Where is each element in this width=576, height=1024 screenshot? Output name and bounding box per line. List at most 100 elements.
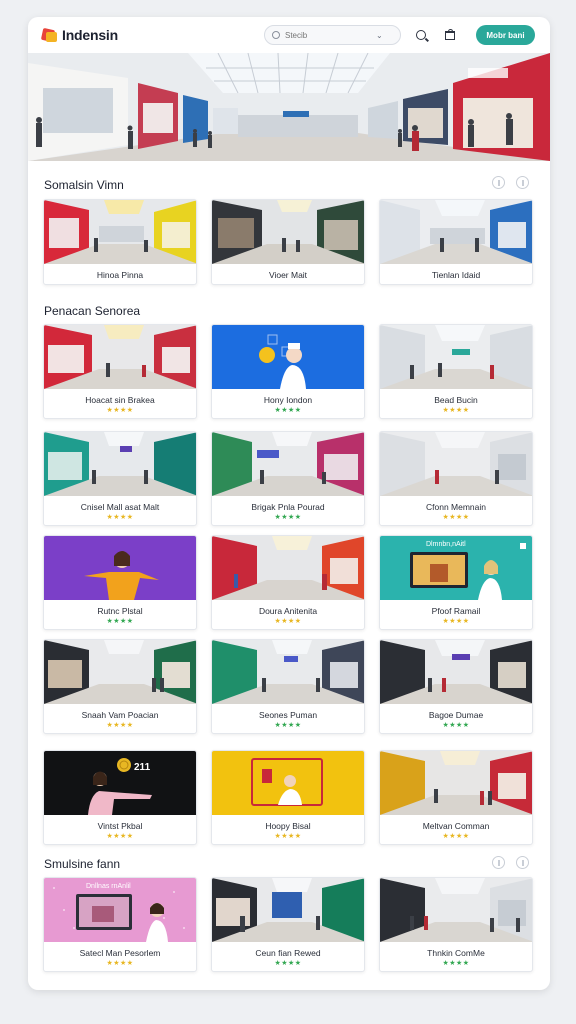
brand-name: Indensin xyxy=(62,27,118,43)
store-name: Satecl Man Pesorlem xyxy=(79,948,161,958)
store-name: Tienlan Idaid xyxy=(431,270,481,280)
store-thumbnail: Dlmnbn,nAitl xyxy=(380,536,532,600)
store-card[interactable]: Thnkin ComMe ★★★★ xyxy=(379,877,533,972)
store-thumbnail: 211 xyxy=(44,751,196,815)
store-card[interactable]: Dlmnbn,nAitl Pfoof Ramail ★★★★ xyxy=(379,535,533,630)
rating-stars: ★★★★ xyxy=(274,514,302,521)
store-name: Seones Puman xyxy=(258,710,318,720)
store-name: Bead Bucin xyxy=(434,395,478,405)
store-name: Hony Iondon xyxy=(263,395,313,405)
store-name: Thnkin ComMe xyxy=(427,948,485,958)
store-thumbnail xyxy=(212,200,364,264)
settings-icon[interactable] xyxy=(516,176,529,189)
store-thumbnail xyxy=(44,200,196,264)
store-card[interactable]: Hony Iondon ★★★★ xyxy=(211,324,365,419)
store-name: Brigak Pnla Pourad xyxy=(251,502,325,512)
rating-stars: ★★★★ xyxy=(274,722,302,729)
rating-stars: ★★★★ xyxy=(106,833,134,840)
store-name: Cnisel Mall asat Malt xyxy=(80,502,160,512)
info-icon[interactable] xyxy=(492,856,505,869)
store-thumbnail xyxy=(380,432,532,496)
store-thumbnail xyxy=(380,640,532,704)
rating-stars: ★★★★ xyxy=(106,618,134,625)
hero-banner xyxy=(28,53,550,161)
card-coin-value: 211 xyxy=(134,762,151,773)
store-thumbnail xyxy=(212,640,364,704)
store-card[interactable]: Ceun fian Rewed ★★★★ xyxy=(211,877,365,972)
shopping-bag-icon xyxy=(445,28,455,40)
rating-stars: ★★★★ xyxy=(274,833,302,840)
store-thumbnail xyxy=(212,325,364,389)
hero-mall-image xyxy=(28,53,550,161)
rating-stars: ★★★★ xyxy=(442,833,470,840)
cta-button[interactable]: Mobr bani xyxy=(476,25,535,45)
card-banner-text: Dnllnas rnAnlil xyxy=(86,883,131,890)
section-title-popular: Penacan Senorea xyxy=(44,304,141,318)
search-icon xyxy=(416,30,426,40)
store-card[interactable]: Vioer Mait xyxy=(211,199,365,285)
store-thumbnail xyxy=(380,200,532,264)
search-box[interactable]: ⌄ xyxy=(264,25,401,45)
rating-stars: ★★★★ xyxy=(442,722,470,729)
store-card[interactable]: 211 Vintst Pkbal ★★★★ xyxy=(43,750,197,845)
store-name: Hinoa Pinna xyxy=(96,270,144,280)
store-thumbnail xyxy=(44,536,196,600)
store-card[interactable]: Hinoa Pinna xyxy=(43,199,197,285)
brand[interactable]: Indensin xyxy=(40,27,118,43)
chevron-down-icon[interactable]: ⌄ xyxy=(376,31,383,40)
store-card[interactable]: Cfonn Memnain ★★★★ xyxy=(379,431,533,526)
store-card[interactable]: Meltvan Comman ★★★★ xyxy=(379,750,533,845)
search-field-icon xyxy=(272,31,280,39)
search-button[interactable] xyxy=(413,27,429,43)
store-card[interactable]: Snaah Vam Poacian ★★★★ xyxy=(43,639,197,734)
section-title-simulated: Smulsine fann xyxy=(44,857,121,871)
search-input[interactable] xyxy=(285,30,371,40)
store-card[interactable]: Seones Puman ★★★★ xyxy=(211,639,365,734)
store-name: Vioer Mait xyxy=(268,270,308,280)
store-thumbnail xyxy=(380,751,532,815)
store-name: Pfoof Ramail xyxy=(431,606,481,616)
rating-stars: ★★★★ xyxy=(106,407,134,414)
app-window: Indensin ⌄ Mobr bani xyxy=(28,17,550,990)
rating-stars: ★★★★ xyxy=(274,407,302,414)
store-name: Vintst Pkbal xyxy=(97,821,143,831)
rating-stars: ★★★★ xyxy=(274,960,302,967)
info-icon[interactable] xyxy=(492,176,505,189)
store-thumbnail xyxy=(44,325,196,389)
store-card[interactable]: Hoacat sin Brakea ★★★★ xyxy=(43,324,197,419)
section-title-featured: Somalsin Vimn xyxy=(44,178,124,192)
rating-stars: ★★★★ xyxy=(274,618,302,625)
store-thumbnail: Dnllnas rnAnlil xyxy=(44,878,196,942)
store-name: Hoacat sin Brakea xyxy=(85,395,155,405)
store-thumbnail xyxy=(380,325,532,389)
rating-stars: ★★★★ xyxy=(106,514,134,521)
store-name: Doura Anitenita xyxy=(258,606,318,616)
store-thumbnail xyxy=(380,878,532,942)
settings-icon[interactable] xyxy=(516,856,529,869)
store-card[interactable]: Hoopy Bisal ★★★★ xyxy=(211,750,365,845)
store-card[interactable]: Cnisel Mall asat Malt ★★★★ xyxy=(43,431,197,526)
store-name: Meltvan Comman xyxy=(422,821,490,831)
store-name: Rutnc Plstal xyxy=(97,606,143,616)
card-banner-text: Dlmnbn,nAitl xyxy=(426,541,466,548)
store-card[interactable]: Rutnc Plstal ★★★★ xyxy=(43,535,197,630)
rating-stars: ★★★★ xyxy=(106,960,134,967)
store-card[interactable]: Doura Anitenita ★★★★ xyxy=(211,535,365,630)
store-thumbnail xyxy=(212,751,364,815)
cart-button[interactable] xyxy=(442,27,458,43)
store-card[interactable]: Tienlan Idaid xyxy=(379,199,533,285)
store-name: Cfonn Memnain xyxy=(425,502,486,512)
store-card[interactable]: Bead Bucin ★★★★ xyxy=(379,324,533,419)
rating-stars: ★★★★ xyxy=(442,407,470,414)
store-thumbnail xyxy=(44,640,196,704)
store-card[interactable]: Dnllnas rnAnlil Satecl Man Pesorlem ★★★★ xyxy=(43,877,197,972)
store-thumbnail xyxy=(212,878,364,942)
rating-stars: ★★★★ xyxy=(106,722,134,729)
store-card[interactable]: Bagoe Dumae ★★★★ xyxy=(379,639,533,734)
store-name: Ceun fian Rewed xyxy=(255,948,321,958)
logo-icon xyxy=(40,27,58,43)
store-thumbnail xyxy=(44,432,196,496)
store-card[interactable]: Brigak Pnla Pourad ★★★★ xyxy=(211,431,365,526)
rating-stars: ★★★★ xyxy=(442,618,470,625)
store-name: Snaah Vam Poacian xyxy=(81,710,159,720)
